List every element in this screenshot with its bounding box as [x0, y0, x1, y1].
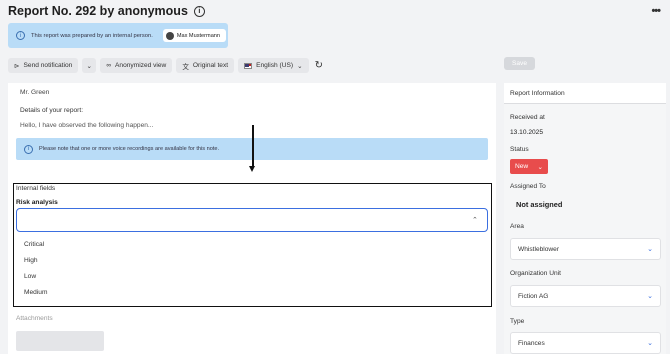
risk-option-low[interactable]: Low [24, 273, 36, 280]
area-label: Area [510, 223, 524, 230]
info-icon: i [24, 144, 33, 154]
annotation-arrow-head [249, 166, 255, 172]
banner-text: This report was prepared by an internal … [31, 32, 153, 39]
internal-fields-title: Internal fields [16, 185, 56, 192]
send-notification-label: Send notification [23, 62, 73, 69]
assigned-value[interactable]: Not assigned [516, 200, 562, 209]
refresh-icon[interactable]: ↻ [315, 60, 323, 71]
received-label: Received at [510, 114, 545, 121]
chevron-down-icon: ⌄ [86, 62, 93, 70]
language-label: English (US) [256, 62, 294, 69]
type-value: Finances [518, 339, 545, 347]
language-select[interactable]: English (US) ⌄ [238, 58, 309, 73]
type-select[interactable]: Finances ⌄ [510, 332, 661, 354]
org-unit-select[interactable]: Fiction AG ⌄ [510, 285, 661, 307]
annotation-arrow-line [252, 125, 254, 168]
translate-icon: 文 [182, 63, 189, 71]
mask-icon: ∞ [106, 62, 111, 69]
risk-analysis-select[interactable] [16, 208, 488, 232]
info-icon[interactable]: i [193, 5, 205, 17]
chevron-down-icon: ⌄ [537, 163, 543, 171]
person-chip: Max Mustermann [162, 29, 227, 42]
chevron-down-icon: ⌄ [297, 62, 303, 70]
chevron-down-icon: ⌄ [647, 340, 653, 347]
report-info-sidebar [504, 83, 666, 354]
org-unit-value: Fiction AG [518, 292, 549, 300]
type-label: Type [510, 318, 525, 325]
send-icon: ⊳ [14, 62, 20, 70]
area-value: Whistleblower [518, 245, 560, 253]
internal-person-banner: i This report was prepared by an interna… [8, 23, 228, 48]
recipient-name: Mr. Green [20, 89, 50, 96]
chevron-down-icon: ⌄ [647, 246, 653, 253]
risk-option-medium[interactable]: Medium [24, 289, 47, 296]
kebab-menu-icon[interactable]: ••• [651, 5, 661, 17]
page-title-row: Report No. 292 by anonymous i [8, 4, 205, 18]
received-value: 13.10.2025 [510, 129, 544, 136]
risk-analysis-label: Risk analysis [16, 199, 58, 206]
status-dropdown[interactable]: New ⌄ [510, 159, 548, 174]
org-unit-label: Organization Unit [510, 270, 561, 277]
person-name: Max Mustermann [176, 32, 221, 39]
area-select[interactable]: Whistleblower ⌄ [510, 238, 661, 260]
attachment-placeholder[interactable] [16, 331, 104, 351]
voice-notice-text: Please note that one or more voice recor… [39, 146, 220, 152]
risk-option-high[interactable]: High [24, 257, 38, 264]
save-button[interactable]: Save [504, 57, 535, 70]
original-text-label: Original text [192, 62, 229, 69]
anonymized-view-label: Anonymized view [115, 62, 167, 69]
us-flag-icon [244, 62, 253, 69]
details-label: Details of your report: [20, 107, 84, 114]
send-options-dropdown[interactable]: ⌄ [82, 58, 97, 73]
original-text-button[interactable]: 文 Original text [176, 58, 235, 73]
risk-option-critical[interactable]: Critical [24, 241, 44, 248]
avatar [165, 31, 174, 40]
details-text: Hello, I have observed the following hap… [20, 122, 154, 129]
assigned-label: Assigned To [510, 183, 546, 190]
status-label: Status [510, 146, 529, 153]
report-toolbar: ⊳ Send notification ⌄ ∞ Anonymized view … [8, 58, 323, 73]
sidebar-title: Report Information [504, 83, 666, 104]
page-title: Report No. 292 by anonymous [8, 4, 188, 18]
chevron-down-icon: ⌄ [647, 293, 653, 300]
info-icon: i [16, 31, 25, 40]
attachments-label: Attachments [16, 315, 53, 322]
status-value: New [515, 163, 529, 170]
anonymized-view-button[interactable]: ∞ Anonymized view [100, 58, 173, 73]
send-notification-button[interactable]: ⊳ Send notification [8, 58, 79, 73]
internal-fields-box [13, 183, 492, 307]
chevron-up-icon[interactable]: ⌃ [472, 216, 478, 224]
